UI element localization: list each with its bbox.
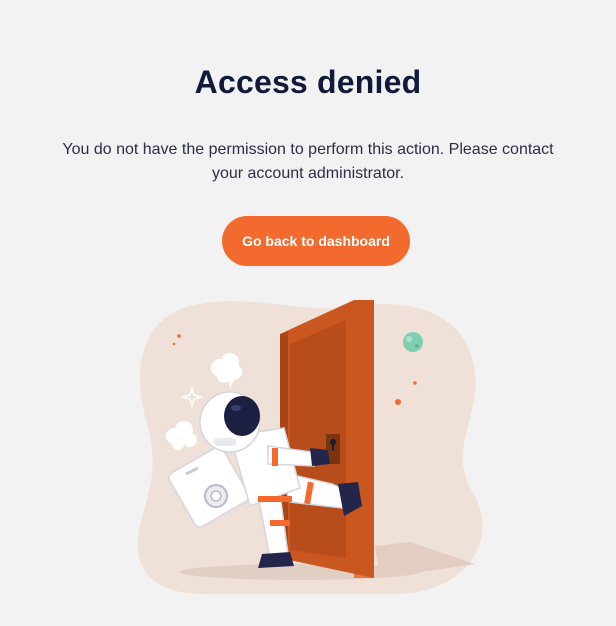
page-title: Access denied: [194, 64, 422, 100]
planet-icon: [403, 332, 423, 352]
astronaut-kicking-door-illustration: [137, 300, 483, 595]
error-message: You do not have the permission to perfor…: [62, 141, 554, 182]
go-back-to-dashboard-button[interactable]: Go back to dashboard: [222, 216, 410, 266]
dot-decoration: [413, 381, 417, 385]
dot-decoration: [177, 334, 181, 338]
access-denied-page: Access denied You do not have the permis…: [0, 0, 616, 626]
dot-decoration: [395, 399, 401, 405]
helmet-visor: [224, 396, 260, 436]
dot-decoration: [172, 342, 176, 346]
